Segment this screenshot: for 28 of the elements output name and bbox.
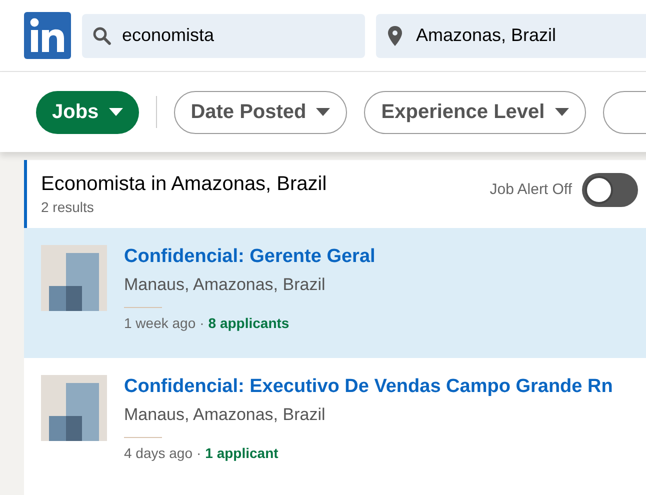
- logo-icon[interactable]: [24, 12, 71, 59]
- job-location: Manaus, Amazonas, Brazil: [124, 404, 326, 426]
- separator-dot: ·: [196, 444, 202, 463]
- filter-button[interactable]: Experience Level: [364, 90, 586, 134]
- location-field[interactable]: Amazonas, Brazil: [376, 14, 646, 58]
- search-field[interactable]: economista: [82, 14, 365, 58]
- posted-time: 4 days ago: [124, 444, 192, 463]
- separator-dot: ·: [200, 314, 204, 333]
- job-title[interactable]: Confidencial: Executivo De Vendas Campo Grande Rn: [124, 370, 644, 403]
- job-alert-toggle[interactable]: [582, 173, 638, 207]
- results-count: 2 results: [41, 198, 95, 217]
- posted-time: 1 week ago: [124, 314, 196, 333]
- caret-icon: [316, 108, 330, 116]
- applicant-count: 8 applicants: [208, 314, 290, 333]
- company-logo-icon: [41, 245, 107, 311]
- filter-button[interactable]: Date Posted: [174, 90, 348, 134]
- filter-button[interactable]: Jobs: [36, 90, 139, 134]
- job-location: Manaus, Amazonas, Brazil: [124, 274, 326, 296]
- location-pin-icon: [388, 26, 402, 46]
- job-title[interactable]: Confidencial: Gerente Geral: [124, 240, 644, 273]
- caret-icon: [554, 108, 569, 116]
- job-card[interactable]: Confidencial: Gerente Geral Manaus, Amazonas, Brazil 1 week ago · 8 applicants: [24, 228, 646, 358]
- company-logo-icon: [41, 375, 107, 441]
- applicant-count: 1 applicant: [205, 444, 278, 463]
- search-icon: [92, 26, 112, 46]
- results-title: Economista in Amazonas, Brazil: [41, 172, 327, 196]
- job-alert-label: Job Alert Off: [490, 180, 572, 200]
- caret-icon: [108, 108, 123, 116]
